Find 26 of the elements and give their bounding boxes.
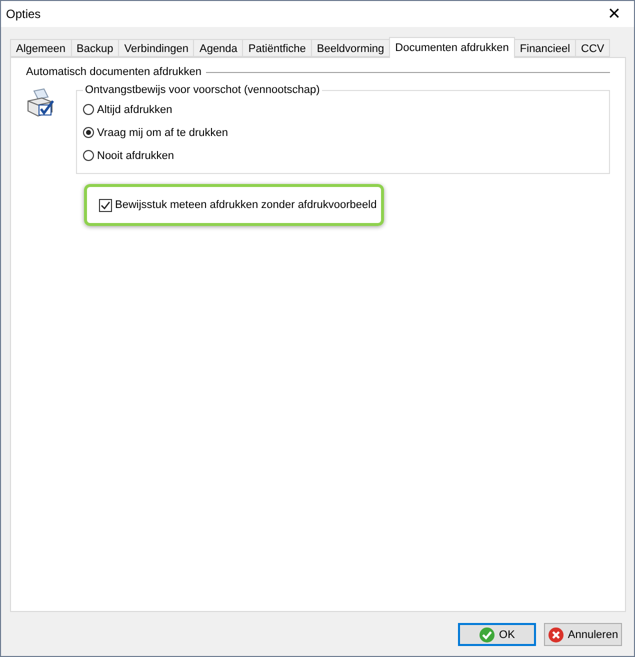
tab[interactable]: Patiëntfiche xyxy=(242,39,312,57)
radio-button[interactable] xyxy=(83,104,94,115)
check-icon xyxy=(479,626,496,642)
tab[interactable]: Beeldvorming xyxy=(310,39,390,57)
tab[interactable]: Backup xyxy=(70,39,120,57)
tab[interactable]: Verbindingen xyxy=(118,39,194,57)
checkbox[interactable] xyxy=(99,198,112,212)
close-icon xyxy=(548,626,564,642)
tab[interactable]: Documenten afdrukken xyxy=(389,37,515,58)
tab[interactable]: Agenda xyxy=(193,39,244,57)
section-title: Automatisch documenten afdrukken xyxy=(26,66,202,78)
tab[interactable]: CCV xyxy=(575,39,610,57)
radio-button[interactable] xyxy=(83,150,94,161)
radio-button[interactable] xyxy=(83,127,94,138)
radio-option[interactable]: Vraag mij om af te drukken xyxy=(83,121,603,144)
ok-button[interactable]: OK xyxy=(458,623,536,646)
group-title: Ontvangstbewijs voor voorschot (vennootschap) xyxy=(84,84,321,96)
radio-option[interactable]: Nooit afdrukken xyxy=(83,144,603,167)
printer-icon xyxy=(26,88,56,118)
close-button[interactable]: ✕ xyxy=(594,1,634,27)
cancel-button[interactable]: Annuleren xyxy=(544,623,622,646)
tab[interactable]: Financieel xyxy=(514,39,576,57)
tab[interactable]: Algemeen xyxy=(10,39,72,57)
checkbox-option[interactable]: Bewijsstuk meteen afdrukken zonder afdrukvoorbeeld xyxy=(99,198,377,212)
radio-option[interactable]: Altijd afdrukken xyxy=(83,98,603,121)
window-title: Opties xyxy=(6,7,41,21)
